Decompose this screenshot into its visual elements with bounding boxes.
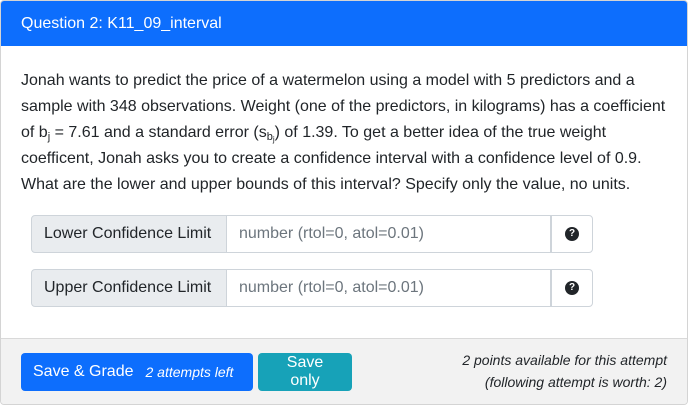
question-footer: Save & Grade 2 attempts left Save only 2… — [1, 338, 687, 404]
question-text: Jonah wants to predict the price of a wa… — [21, 68, 667, 198]
points-info: 2 points available for this attempt (fol… — [462, 349, 667, 393]
lower-limit-label: Lower Confidence Limit — [31, 215, 227, 253]
save-only-button[interactable]: Save only — [258, 353, 352, 391]
upper-limit-group: Upper Confidence Limit ? — [31, 269, 593, 307]
upper-limit-label: Upper Confidence Limit — [31, 269, 227, 307]
upper-limit-input[interactable] — [227, 269, 551, 307]
lower-limit-input[interactable] — [227, 215, 551, 253]
question-text-part2: = 7.61 and a standard error (s — [50, 124, 267, 141]
save-and-grade-label: Save & Grade — [33, 363, 134, 380]
attempts-left-label: 2 attempts left — [145, 364, 234, 380]
next-attempt-worth-text: (following attempt is worth: 2) — [484, 374, 667, 390]
lower-limit-group: Lower Confidence Limit ? — [31, 215, 593, 253]
question-circle-icon: ? — [565, 227, 579, 241]
lower-limit-help-button[interactable]: ? — [551, 215, 593, 253]
upper-limit-help-button[interactable]: ? — [551, 269, 593, 307]
subscript-b: bj — [266, 131, 275, 144]
save-and-grade-button[interactable]: Save & Grade 2 attempts left — [21, 353, 253, 391]
question-circle-icon: ? — [565, 281, 579, 295]
question-body: Jonah wants to predict the price of a wa… — [1, 46, 687, 307]
question-header: Question 2: K11_09_interval — [1, 1, 687, 46]
question-card: Question 2: K11_09_interval Jonah wants … — [0, 0, 688, 405]
question-title: Question 2: K11_09_interval — [21, 14, 222, 32]
points-available-text: 2 points available for this attempt — [462, 352, 667, 368]
